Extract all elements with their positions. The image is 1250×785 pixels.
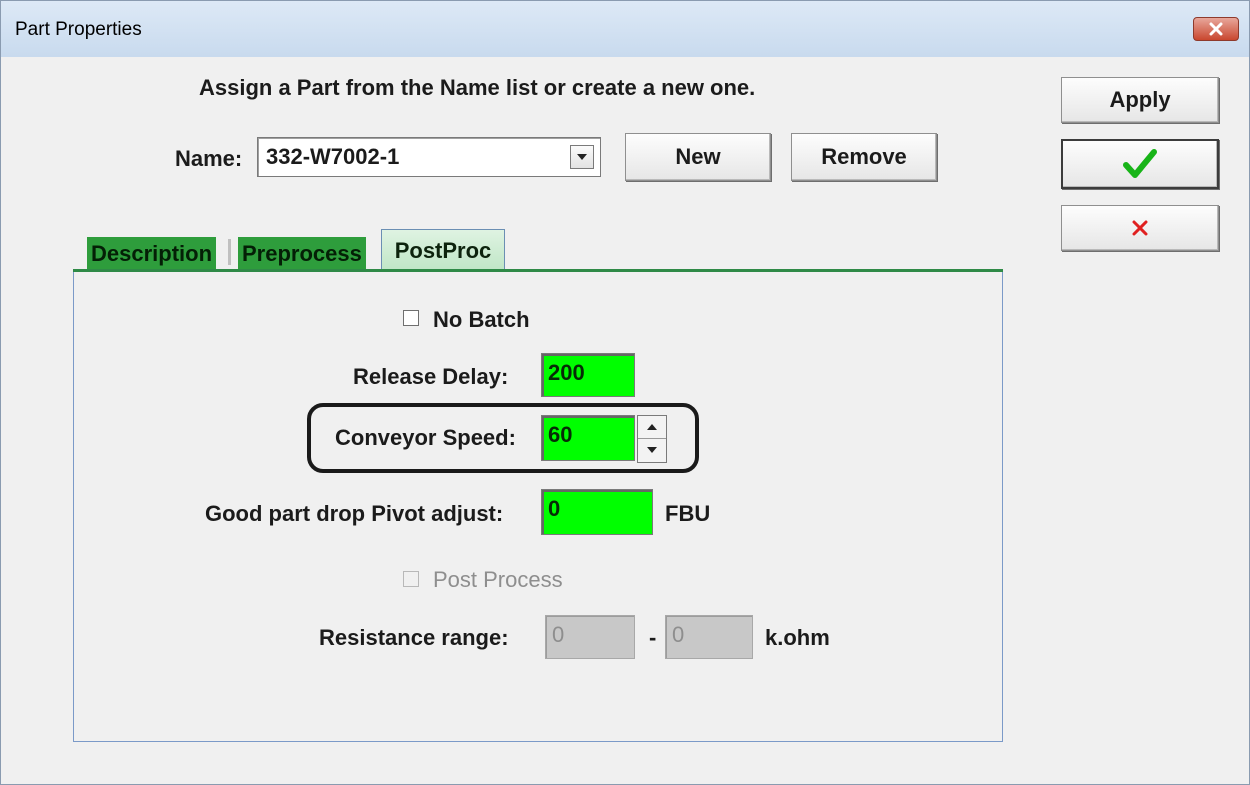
pivot-unit-label: FBU <box>665 501 711 526</box>
resistance-unit-label: k.ohm <box>765 625 830 650</box>
chevron-down-icon <box>577 154 587 160</box>
resistance-range-label: Resistance range: <box>319 625 509 650</box>
tab-preprocess[interactable]: Preprocess <box>238 237 366 269</box>
instruction-text: Assign a Part from the Name list or crea… <box>199 75 756 100</box>
close-icon <box>1209 22 1223 36</box>
apply-button[interactable]: Apply <box>1061 77 1219 123</box>
resistance-separator: - <box>649 625 657 650</box>
remove-button[interactable]: Remove <box>791 133 937 181</box>
name-label: Name: <box>175 146 243 171</box>
tab-description[interactable]: Description <box>87 237 217 269</box>
tab-separator <box>228 239 231 265</box>
check-icon <box>1123 149 1157 178</box>
name-combobox-value: 332-W7002-1 <box>266 144 400 169</box>
conveyor-speed-input[interactable]: 60 <box>541 415 635 461</box>
x-icon <box>1132 220 1148 236</box>
post-process-checkbox[interactable] <box>403 571 419 587</box>
arrow-down-icon <box>647 447 657 453</box>
no-batch-checkbox[interactable] <box>403 310 419 326</box>
resistance-min-input[interactable]: 0 <box>545 615 635 659</box>
spin-up-button[interactable] <box>638 416 666 439</box>
post-process-label: Post Process <box>433 567 563 592</box>
close-button[interactable] <box>1193 17 1239 41</box>
release-delay-label: Release Delay: <box>353 364 509 389</box>
ok-button[interactable] <box>1061 139 1219 189</box>
tab-postproc[interactable]: PostProc <box>381 229 505 271</box>
new-button[interactable]: New <box>625 133 771 181</box>
cancel-button[interactable] <box>1061 205 1219 251</box>
release-delay-input[interactable]: 200 <box>541 353 635 397</box>
spin-down-button[interactable] <box>638 439 666 462</box>
resistance-max-input[interactable]: 0 <box>665 615 753 659</box>
no-batch-label: No Batch <box>433 307 530 332</box>
combobox-dropdown-button[interactable] <box>570 145 594 169</box>
conveyor-speed-label: Conveyor Speed: <box>335 425 516 450</box>
pivot-adjust-label: Good part drop Pivot adjust: <box>205 501 504 526</box>
arrow-up-icon <box>647 424 657 430</box>
name-combobox[interactable]: 332-W7002-1 <box>257 137 601 177</box>
pivot-adjust-input[interactable]: 0 <box>541 489 653 535</box>
part-properties-window: Part Properties Assign a Part from the N… <box>0 0 1250 785</box>
title-bar[interactable]: Part Properties <box>1 1 1249 57</box>
window-title: Part Properties <box>15 19 142 40</box>
conveyor-speed-spinner[interactable] <box>637 415 667 463</box>
